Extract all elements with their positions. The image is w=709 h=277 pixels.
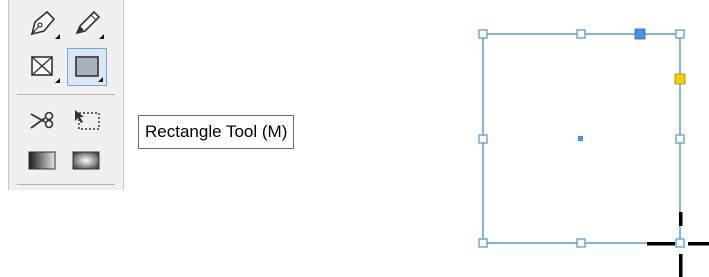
free-transform-tool-button[interactable] bbox=[67, 102, 107, 140]
document-canvas[interactable] bbox=[440, 0, 709, 277]
pencil-tool-button[interactable] bbox=[67, 4, 107, 42]
handle-top-center[interactable] bbox=[576, 29, 586, 39]
handle-bottom-left[interactable] bbox=[478, 238, 488, 248]
gradient-feather-icon bbox=[72, 151, 100, 170]
handle-bottom-center[interactable] bbox=[576, 238, 586, 248]
handle-middle-right[interactable] bbox=[675, 134, 685, 144]
toolbar-divider bbox=[17, 94, 115, 95]
pen-tool-button[interactable] bbox=[23, 4, 63, 42]
app-window: Rectangle Tool (M) bbox=[0, 0, 709, 277]
flyout-indicator-icon bbox=[99, 34, 104, 39]
handle-bottom-right[interactable] bbox=[675, 238, 685, 248]
tooltip-text: Rectangle Tool (M) bbox=[145, 122, 288, 141]
free-transform-icon bbox=[75, 110, 100, 130]
gradient-swatch-tool-button[interactable] bbox=[23, 142, 63, 180]
handle-top-right[interactable] bbox=[675, 29, 685, 39]
flyout-indicator-icon bbox=[55, 34, 60, 39]
live-corner-handle[interactable] bbox=[674, 73, 686, 85]
handle-top-left[interactable] bbox=[478, 29, 488, 39]
center-point bbox=[578, 136, 583, 141]
gradient-feather-tool-button[interactable] bbox=[67, 142, 107, 180]
frame-edge-handle[interactable] bbox=[634, 28, 646, 40]
flyout-indicator-icon bbox=[55, 78, 60, 83]
rectangle-tool-button[interactable] bbox=[67, 48, 107, 86]
selection-overlay bbox=[478, 28, 709, 277]
rectangle-frame-tool-button[interactable] bbox=[23, 48, 63, 86]
scissors-tool-button[interactable] bbox=[23, 102, 63, 140]
rectangle-tool-tooltip: Rectangle Tool (M) bbox=[138, 115, 295, 149]
scissors-icon bbox=[30, 111, 54, 129]
toolbar-divider bbox=[17, 184, 115, 185]
gradient-swatch-icon bbox=[28, 151, 56, 170]
handle-middle-left[interactable] bbox=[478, 134, 488, 144]
tools-panel bbox=[8, 0, 124, 190]
flyout-indicator-icon bbox=[98, 77, 103, 82]
